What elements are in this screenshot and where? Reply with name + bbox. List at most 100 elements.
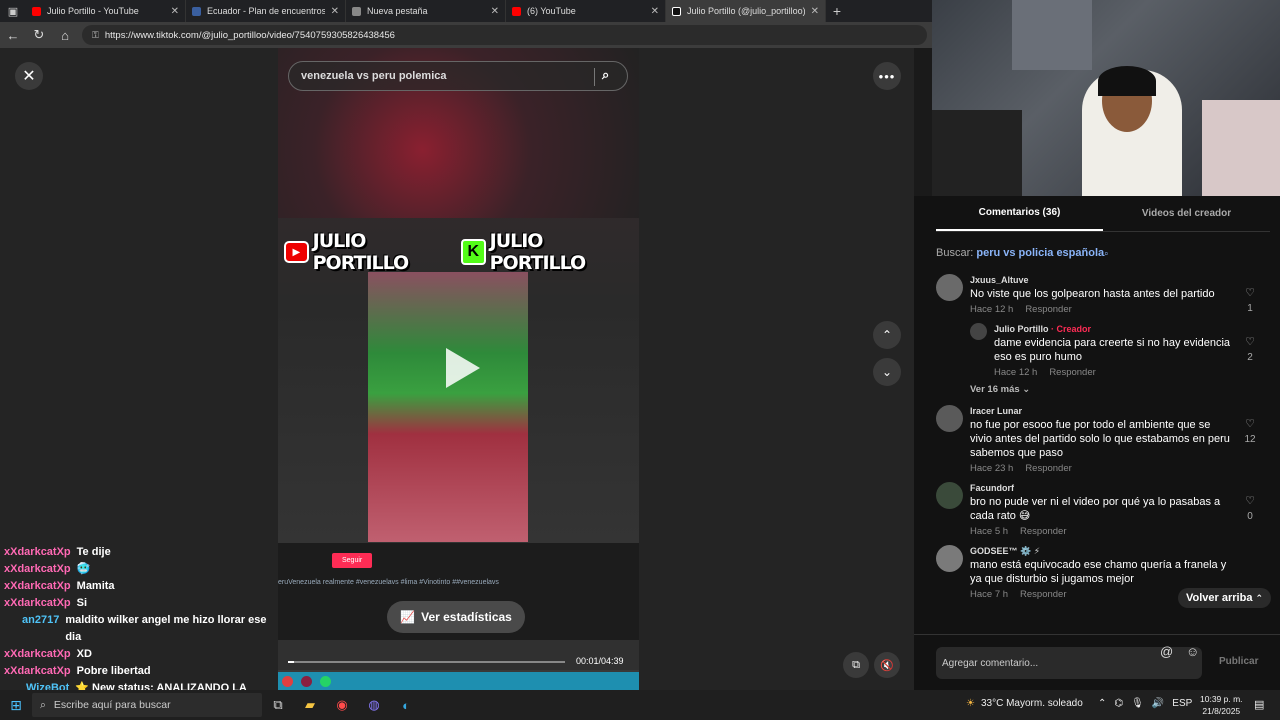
like-button[interactable]: ♡ 2: [1240, 335, 1260, 363]
webcam-pc: [932, 110, 1022, 196]
close-tab-icon[interactable]: ✕: [171, 6, 179, 17]
video-search-input[interactable]: venezuela vs peru polemica ⌕: [288, 61, 628, 91]
reply-button[interactable]: Responder: [1025, 463, 1071, 474]
view-more-label: Ver 16 más: [970, 384, 1020, 395]
previous-video-button[interactable]: ⌃: [873, 321, 901, 349]
tab-title: Julio Portillo (@julio_portilloo) | T: [687, 6, 805, 16]
tab-new[interactable]: Nueva pestaña ✕: [346, 0, 506, 22]
chevron-up-icon[interactable]: ⌃: [1098, 698, 1106, 709]
chat-text: Pobre libertad: [76, 665, 151, 677]
url-text: https://www.tiktok.com/@julio_portilloo/…: [104, 29, 395, 41]
taskbar-search-input[interactable]: ⌕ Escribe aquí para buscar: [32, 693, 262, 717]
comment-user[interactable]: GODSEE™ ⚙️ ⚡: [970, 545, 1266, 558]
emoji-icon[interactable]: ☺: [1186, 644, 1199, 659]
webcam-bed: [1202, 100, 1280, 196]
muted-speaker-icon: 🔇: [880, 659, 894, 672]
video-player[interactable]: ▶ JULIO PORTILLO K JULIO PORTILLO Seguir…: [278, 48, 639, 690]
avatar[interactable]: [936, 274, 963, 301]
reply-button[interactable]: Responder: [1020, 526, 1066, 537]
reply-button[interactable]: Responder: [1020, 589, 1066, 600]
avatar[interactable]: [936, 482, 963, 509]
like-count: 2: [1247, 352, 1253, 363]
search-icon[interactable]: ⌕: [602, 67, 609, 83]
close-tab-icon[interactable]: ✕: [651, 6, 659, 17]
heart-icon: ♡: [1245, 418, 1255, 430]
view-stats-button[interactable]: 📈 Ver estadísticas: [387, 601, 525, 633]
comment-time: Hace 12 h: [970, 304, 1014, 315]
comment-user[interactable]: Julio Portillo · Creador: [994, 323, 1266, 336]
close-tab-icon[interactable]: ✕: [491, 6, 499, 17]
progress-bar[interactable]: [288, 661, 565, 663]
floating-player-button[interactable]: ⧉: [843, 652, 869, 678]
mention-icon[interactable]: @: [1160, 644, 1173, 659]
more-options-button[interactable]: •••: [873, 62, 901, 90]
avatar[interactable]: [936, 405, 963, 432]
obs-icon[interactable]: ◉: [326, 697, 358, 713]
heart-icon: ♡: [1245, 495, 1255, 507]
comment-user[interactable]: Jxuus_Altuve: [970, 274, 1266, 287]
comment-list: Jxuus_Altuve No viste que los golpearon …: [936, 274, 1266, 608]
tab-youtube-julio[interactable]: Julio Portillo - YouTube ✕: [26, 0, 186, 22]
mute-button[interactable]: 🔇: [874, 652, 900, 678]
back-icon[interactable]: ←: [4, 28, 22, 43]
windows-start-icon[interactable]: ⊞: [0, 697, 32, 714]
avatar[interactable]: [970, 323, 987, 340]
comment-text: bro no pude ver ni el video por qué ya l…: [970, 496, 1221, 522]
tab-youtube[interactable]: (6) YouTube ✕: [506, 0, 666, 22]
notifications-icon[interactable]: ▤: [1254, 698, 1264, 711]
file-explorer-icon[interactable]: ▰: [294, 697, 326, 713]
like-button[interactable]: ♡ 12: [1240, 417, 1260, 445]
description-text: eruVenezuela realmente #venezuelavs #lim…: [278, 579, 499, 586]
post-button[interactable]: Publicar: [1219, 656, 1258, 667]
discord-icon[interactable]: ◍: [358, 697, 390, 713]
divider: [594, 68, 595, 86]
tab-tiktok[interactable]: Julio Portillo (@julio_portilloo) | T ✕: [666, 0, 826, 22]
language-indicator[interactable]: ESP: [1172, 698, 1192, 709]
comment-user[interactable]: Facundorf: [970, 482, 1266, 495]
close-video-button[interactable]: ✕: [15, 62, 43, 90]
like-button[interactable]: ♡ 0: [1240, 494, 1260, 522]
microphone-icon[interactable]: 🎙: [1131, 698, 1144, 709]
view-more-replies[interactable]: Ver 16 más ⌄: [970, 384, 1266, 395]
weather-widget[interactable]: ☀ 33°C Mayorm. soleado: [966, 698, 1083, 709]
speaker-icon[interactable]: 🔊: [1152, 698, 1164, 709]
back-to-top-button[interactable]: Volver arriba ⌃: [1178, 588, 1272, 608]
youtube-icon: [32, 6, 41, 16]
related-search[interactable]: Buscar: peru vs policia española⌕: [936, 247, 1109, 259]
tab-actions-icon[interactable]: ▣: [0, 0, 26, 22]
banner-text: JULIO PORTILLO: [312, 230, 410, 274]
edge-icon[interactable]: ◐: [390, 698, 422, 713]
search-term-link[interactable]: peru vs policia española: [976, 247, 1104, 259]
progress-area: 00:01/04:39: [278, 640, 639, 670]
reply-button[interactable]: Responder: [1049, 367, 1095, 378]
new-tab-icon[interactable]: +: [826, 3, 848, 19]
close-tab-icon[interactable]: ✕: [811, 6, 819, 17]
tab-comments[interactable]: Comentarios (36): [936, 196, 1103, 231]
site-info-icon[interactable]: ⚿: [92, 30, 99, 41]
tab-ecuador[interactable]: Ecuador - Plan de encuentros 20 ✕: [186, 0, 346, 22]
home-icon[interactable]: ⌂: [56, 28, 74, 43]
creator-badge: · Creador: [1048, 324, 1092, 334]
clock[interactable]: 10:39 p. m. 21/8/2025: [1200, 693, 1243, 717]
chart-icon: 📈: [400, 610, 416, 624]
browser-tab-bar: ▣ Julio Portillo - YouTube ✕ Ecuador - P…: [0, 0, 932, 22]
play-icon[interactable]: [446, 348, 480, 388]
close-tab-icon[interactable]: ✕: [331, 6, 339, 17]
reload-icon[interactable]: ↻: [30, 27, 48, 43]
next-video-button[interactable]: ⌄: [873, 358, 901, 386]
time-readout: 00:01/04:39: [576, 656, 624, 666]
arrow-up-icon: ⌃: [1255, 593, 1264, 603]
reply-button[interactable]: Responder: [1025, 304, 1071, 315]
like-button[interactable]: ♡ 1: [1240, 286, 1260, 314]
avatar[interactable]: [936, 545, 963, 572]
follow-button[interactable]: Seguir: [332, 553, 373, 568]
comment-time: Hace 12 h: [994, 367, 1038, 378]
network-icon[interactable]: ⌬: [1114, 698, 1123, 709]
add-comment-bar: Agregar comentario... @ ☺ Publicar: [914, 634, 1280, 690]
search-icon: ⌕: [40, 698, 46, 711]
tab-creator-videos[interactable]: Videos del creador: [1103, 196, 1270, 231]
task-view-icon[interactable]: ⧉: [262, 697, 294, 713]
chat-user: xXdarkcatXp: [4, 597, 71, 609]
url-field[interactable]: ⚿ https://www.tiktok.com/@julio_portillo…: [82, 25, 927, 45]
comment-user[interactable]: Iracer Lunar: [970, 405, 1266, 418]
